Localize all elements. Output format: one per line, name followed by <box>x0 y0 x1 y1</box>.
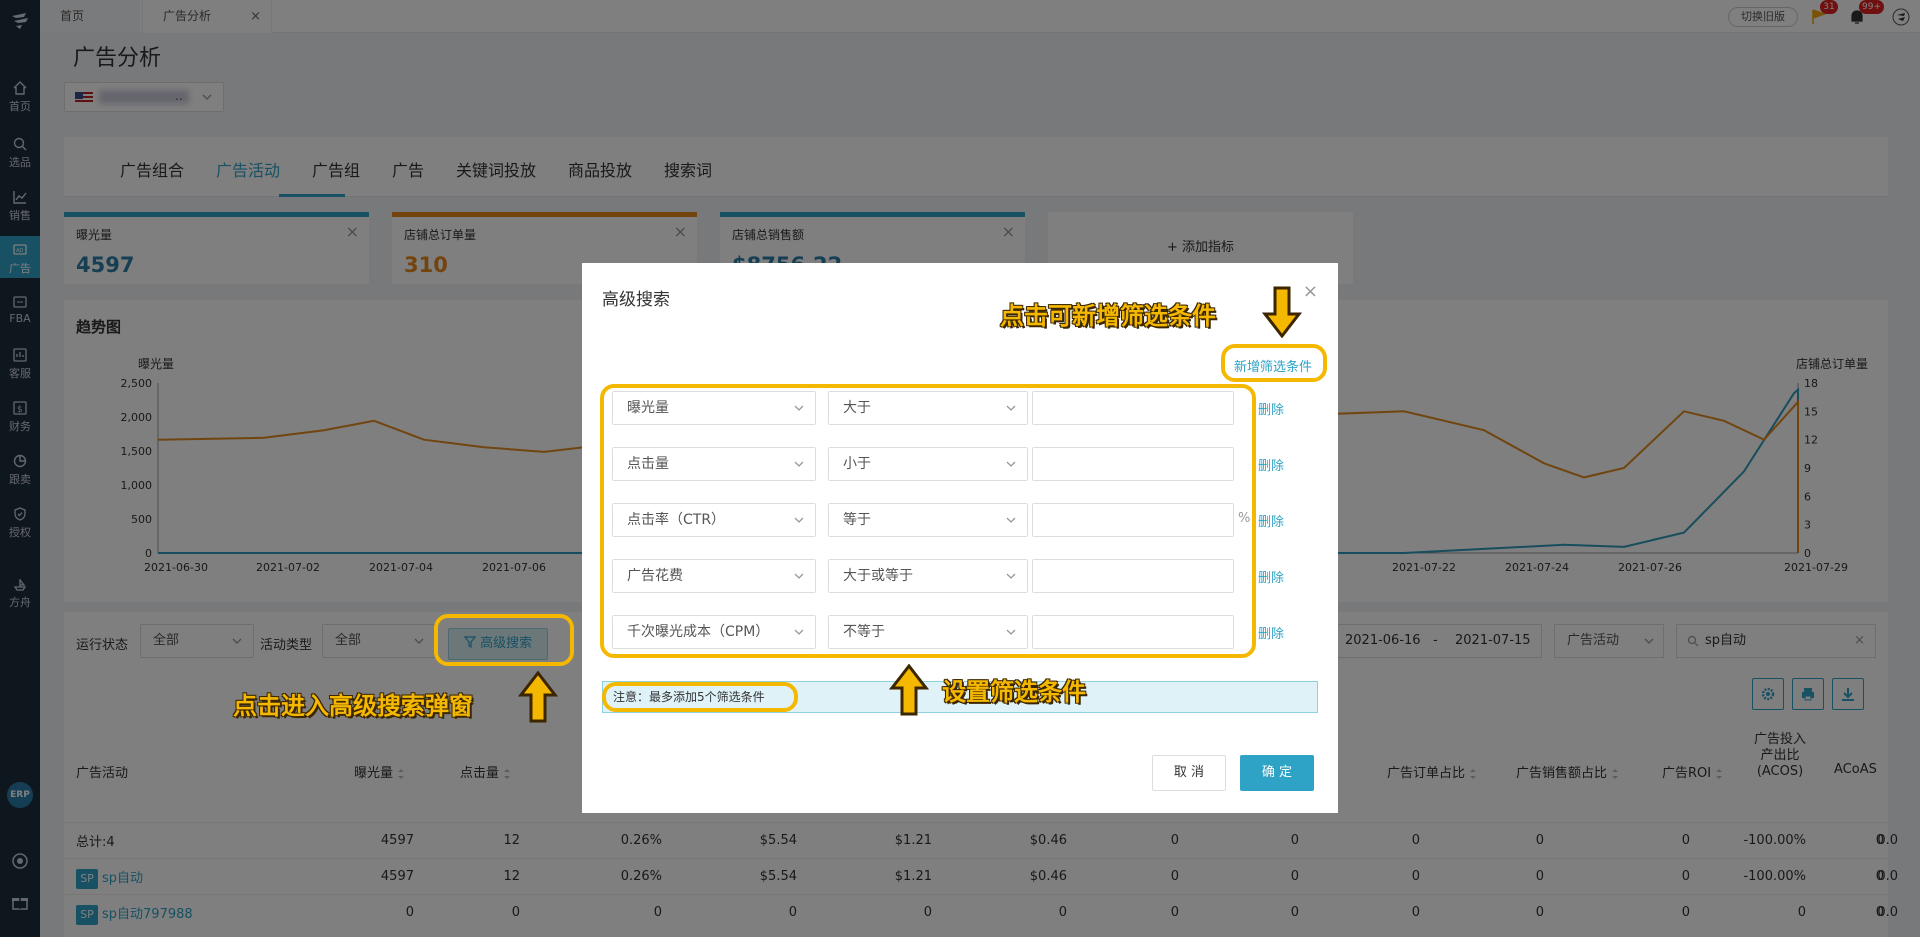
delete-condition-link[interactable]: 删除 <box>1258 511 1284 530</box>
arrow-up-icon <box>889 664 929 716</box>
highlight-notice <box>602 682 798 712</box>
arrow-down-icon <box>1262 286 1302 338</box>
confirm-button[interactable]: 确 定 <box>1240 755 1314 791</box>
annotation-set-tip: 设置筛选条件 <box>942 678 1087 707</box>
annotation-open-tip: 点击进入高级搜索弹窗 <box>233 692 474 721</box>
delete-condition-link[interactable]: 删除 <box>1258 623 1284 642</box>
close-icon[interactable]: × <box>1303 281 1318 302</box>
highlight-add-condition <box>1221 344 1327 382</box>
delete-condition-link[interactable]: 删除 <box>1258 455 1284 474</box>
delete-condition-link[interactable]: 删除 <box>1258 399 1284 418</box>
dialog-title: 高级搜索 <box>602 290 670 310</box>
highlight-condition-rows <box>600 384 1256 658</box>
highlight-advanced-search <box>434 614 574 666</box>
cancel-button[interactable]: 取 消 <box>1152 755 1226 791</box>
arrow-up-icon <box>518 671 558 723</box>
delete-condition-link[interactable]: 删除 <box>1258 567 1284 586</box>
annotation-add-tip: 点击可新增筛选条件 <box>1000 302 1217 331</box>
